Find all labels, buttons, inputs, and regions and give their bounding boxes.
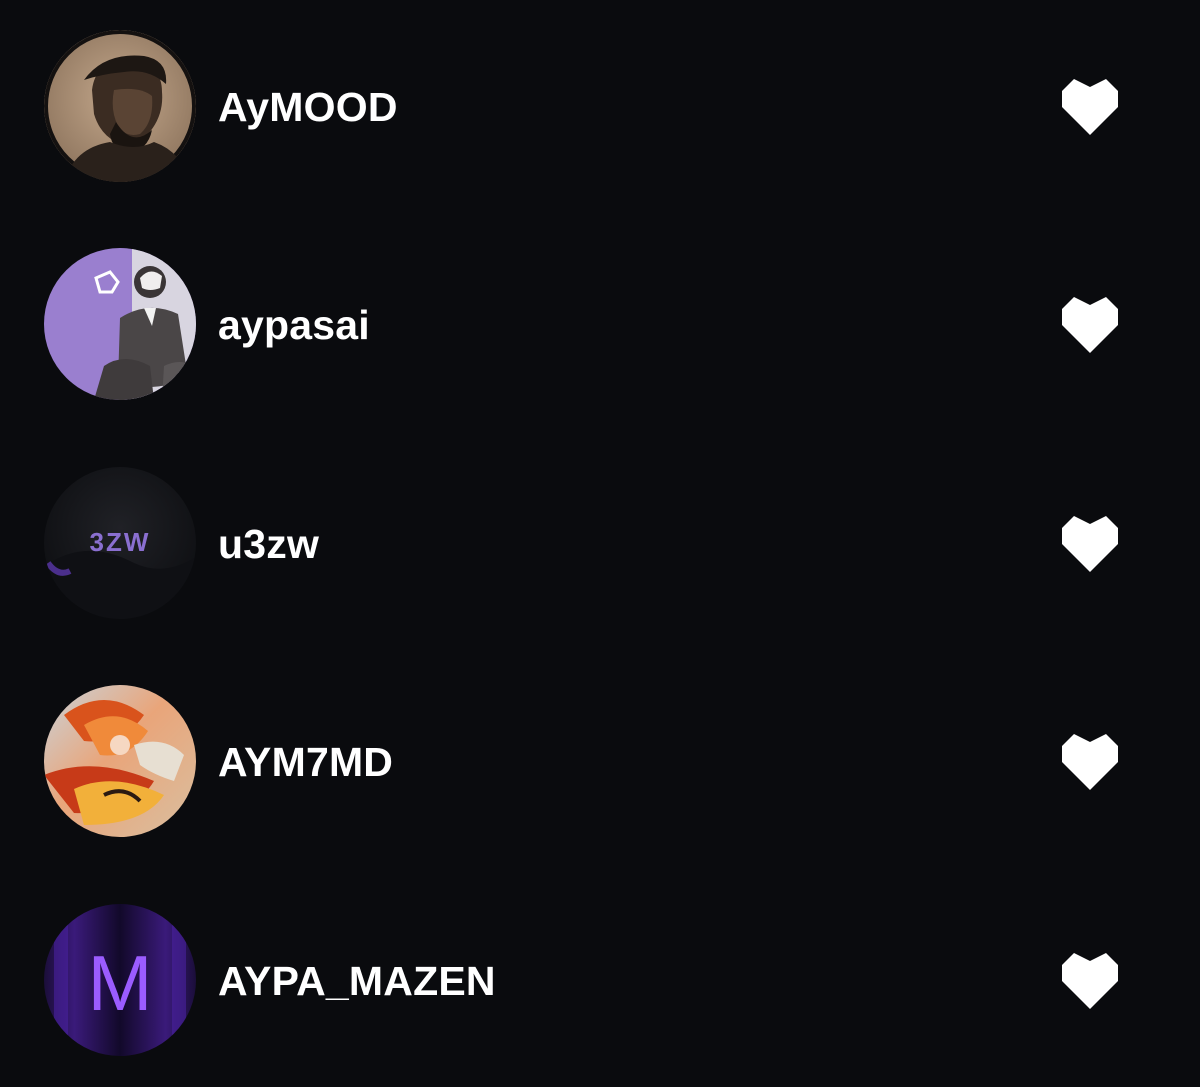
list-item[interactable]: M AYPA_MAZEN [0,901,1200,1061]
list-item[interactable]: AYM7MD [0,682,1200,842]
avatar-logo-text: 3ZW [90,527,151,557]
heart-icon [1062,953,1118,1009]
heart-icon [1062,734,1118,790]
username[interactable]: AyMOOD [218,77,398,137]
avatar[interactable]: 3ZW [44,467,196,619]
list-item[interactable]: 3ZW u3zw [0,464,1200,624]
like-button[interactable] [1058,516,1122,572]
list-item[interactable]: AyMOOD [0,27,1200,187]
like-button[interactable] [1058,297,1122,353]
like-button[interactable] [1058,79,1122,135]
avatar-fiery-artwork [44,685,196,837]
username[interactable]: aypasai [218,295,370,355]
like-button[interactable] [1058,953,1122,1009]
heart-icon [1062,516,1118,572]
list-item[interactable]: aypasai [0,245,1200,405]
avatar-logo-dark: 3ZW [44,467,196,619]
username[interactable]: u3zw [218,514,319,574]
likes-list: AyMOOD aypasai 3ZW u3zw AYM7MD M AYPA_MA… [0,0,1200,1087]
avatar[interactable] [44,248,196,400]
avatar[interactable]: M [44,904,196,1056]
heart-icon [1062,79,1118,135]
username[interactable]: AYM7MD [218,732,393,792]
avatar[interactable] [44,30,196,182]
username[interactable]: AYPA_MAZEN [218,951,496,1011]
like-button[interactable] [1058,734,1122,790]
avatar[interactable] [44,685,196,837]
avatar-letter: M [88,939,153,1027]
avatar-photo-man [44,30,196,182]
avatar-purple-illustration [44,248,196,400]
heart-icon [1062,297,1118,353]
avatar-letter-m: M [44,904,196,1056]
